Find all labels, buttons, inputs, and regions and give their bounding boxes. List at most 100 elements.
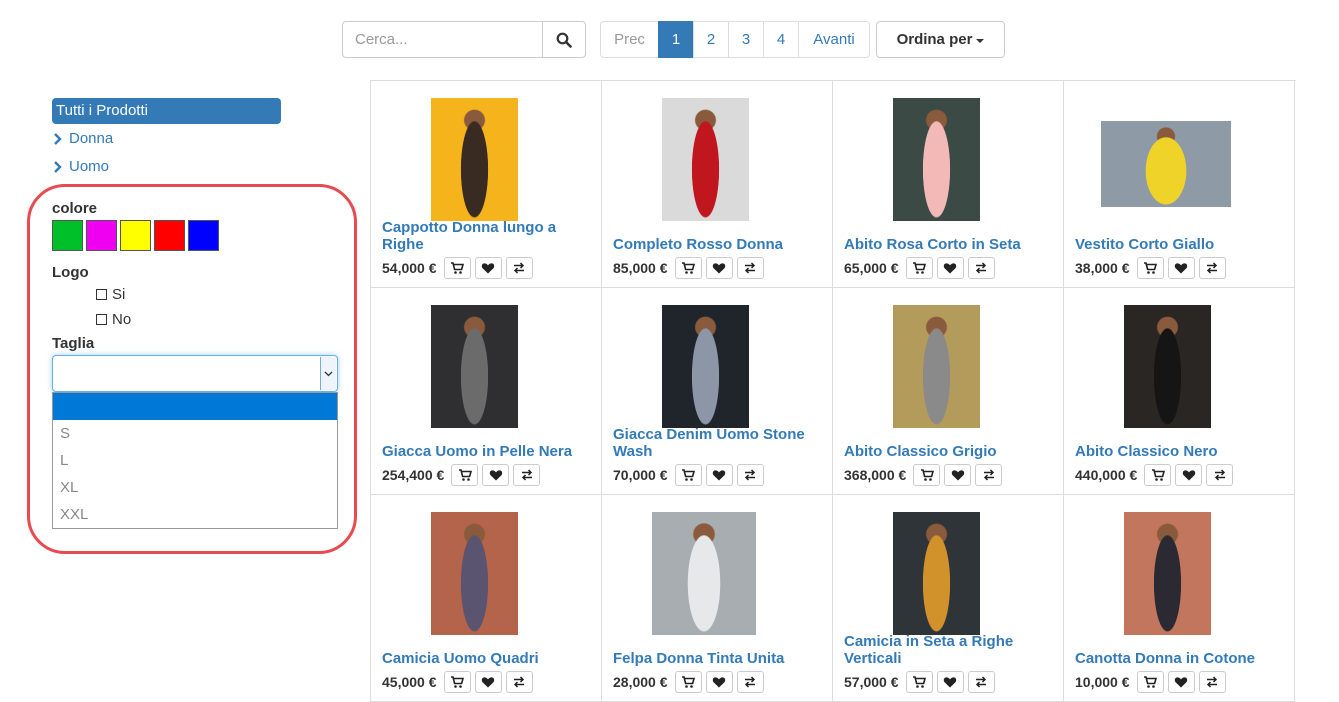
product-card[interactable]: Camicia Uomo Quadri 45,000 € [371,495,602,702]
add-to-wishlist-button[interactable] [1175,464,1203,486]
product-card[interactable]: Abito Classico Grigio 368,000 € [833,288,1064,495]
compare-arrows-icon [983,469,994,481]
product-card[interactable]: Camicia in Seta a Righe Verticali 57,000 … [833,495,1064,702]
add-to-cart-button[interactable] [674,257,702,279]
product-card[interactable]: Giacca Uomo in Pelle Nera 254,400 € [371,288,602,495]
product-image[interactable] [431,305,518,428]
add-to-cart-button[interactable] [1136,671,1164,693]
compare-button[interactable] [975,464,1003,486]
product-name[interactable]: Giacca Uomo in Pelle Nera [382,443,591,460]
product-actions: 85,000 € [613,257,764,279]
category-link-uomo[interactable]: Uomo [52,158,109,175]
product-name[interactable]: Abito Classico Grigio [844,443,1053,460]
search-input[interactable] [342,21,542,58]
add-to-wishlist-button[interactable] [705,257,733,279]
add-to-wishlist-button[interactable] [474,257,502,279]
compare-button[interactable] [1206,464,1234,486]
caret-down-icon [976,38,985,43]
pagination-prev[interactable]: Prec [600,21,659,58]
add-to-wishlist-button[interactable] [1167,671,1195,693]
add-to-cart-button[interactable] [905,257,933,279]
add-to-wishlist-button[interactable] [482,464,510,486]
product-actions: 368,000 € [844,464,1003,486]
product-image[interactable] [1124,512,1211,635]
product-name[interactable]: Abito Rosa Corto in Seta [844,236,1053,253]
product-name[interactable]: Abito Classico Nero [1075,443,1284,460]
product-image[interactable] [662,305,749,428]
product-image[interactable] [431,98,518,221]
product-card[interactable]: Abito Rosa Corto in Seta 65,000 € [833,81,1064,288]
product-name[interactable]: Camicia in Seta a Righe Verticali [844,633,1053,667]
search-group [342,21,586,58]
add-to-cart-button[interactable] [1144,464,1172,486]
add-to-cart-button[interactable] [443,671,471,693]
add-to-wishlist-button[interactable] [1167,257,1195,279]
product-name[interactable]: Canotta Donna in Cotone [1075,650,1284,667]
product-image[interactable] [1101,121,1231,207]
add-to-wishlist-button[interactable] [936,671,964,693]
product-image[interactable] [1124,305,1211,428]
add-to-wishlist-button[interactable] [705,464,733,486]
product-image[interactable] [652,512,756,635]
product-image[interactable] [893,512,980,635]
product-card[interactable]: Completo Rosso Donna 85,000 € [602,81,833,288]
product-card[interactable]: Cappotto Donna lungo a Righe 54,000 € [371,81,602,288]
cart-icon [451,676,464,688]
compare-button[interactable] [505,257,533,279]
add-to-cart-button[interactable] [674,671,702,693]
cart-icon [682,262,695,274]
compare-button[interactable] [1198,257,1226,279]
pagination-next[interactable]: Avanti [798,21,870,58]
pagination-page-3[interactable]: 3 [728,21,764,58]
compare-button[interactable] [513,464,541,486]
product-card[interactable]: Vestito Corto Giallo 38,000 € [1064,81,1295,288]
compare-button[interactable] [967,671,995,693]
product-name[interactable]: Camicia Uomo Quadri [382,650,591,667]
product-card[interactable]: Felpa Donna Tinta Unita 28,000 € [602,495,833,702]
compare-arrows-icon [1206,262,1218,274]
pagination-page-4[interactable]: 4 [763,21,799,58]
add-to-wishlist-button[interactable] [474,671,502,693]
pagination-page-1[interactable]: 1 [658,21,694,58]
product-image[interactable] [893,98,980,221]
compare-button[interactable] [736,671,764,693]
product-card[interactable]: Abito Classico Nero 440,000 € [1064,288,1295,495]
product-image[interactable] [662,98,749,221]
product-image[interactable] [893,305,980,428]
compare-button[interactable] [736,257,764,279]
category-all-products[interactable]: Tutti i Prodotti [52,98,281,124]
product-actions: 10,000 € [1075,671,1226,693]
product-name[interactable]: Giacca Denim Uomo Stone Wash [613,426,822,460]
product-image[interactable] [431,512,518,635]
add-to-cart-button[interactable] [674,464,702,486]
heart-icon [481,263,495,274]
heart-icon [481,677,495,688]
category-link-donna[interactable]: Donna [52,130,113,147]
add-to-wishlist-button[interactable] [944,464,972,486]
product-name[interactable]: Felpa Donna Tinta Unita [613,650,822,667]
product-card[interactable]: Canotta Donna in Cotone 10,000 € [1064,495,1295,702]
product-price: 45,000 € [382,674,437,690]
add-to-cart-button[interactable] [1136,257,1164,279]
add-to-cart-button[interactable] [913,464,941,486]
product-name[interactable]: Vestito Corto Giallo [1075,236,1284,253]
add-to-wishlist-button[interactable] [705,671,733,693]
add-to-cart-button[interactable] [451,464,479,486]
add-to-cart-button[interactable] [905,671,933,693]
product-name[interactable]: Cappotto Donna lungo a Righe [382,219,591,253]
add-to-cart-button[interactable] [443,257,471,279]
heart-icon [712,470,726,481]
product-name[interactable]: Completo Rosso Donna [613,236,822,253]
sort-dropdown-button[interactable]: Ordina per [876,21,1005,58]
compare-button[interactable] [1198,671,1226,693]
compare-button[interactable] [505,671,533,693]
add-to-wishlist-button[interactable] [936,257,964,279]
cart-icon [1151,469,1165,481]
search-button[interactable] [542,21,586,58]
compare-button[interactable] [967,257,995,279]
compare-button[interactable] [736,464,764,486]
pagination-page-2[interactable]: 2 [693,21,729,58]
compare-arrows-icon [513,262,525,274]
product-card[interactable]: Giacca Denim Uomo Stone Wash 70,000 € [602,288,833,495]
product-price: 368,000 € [844,467,907,483]
